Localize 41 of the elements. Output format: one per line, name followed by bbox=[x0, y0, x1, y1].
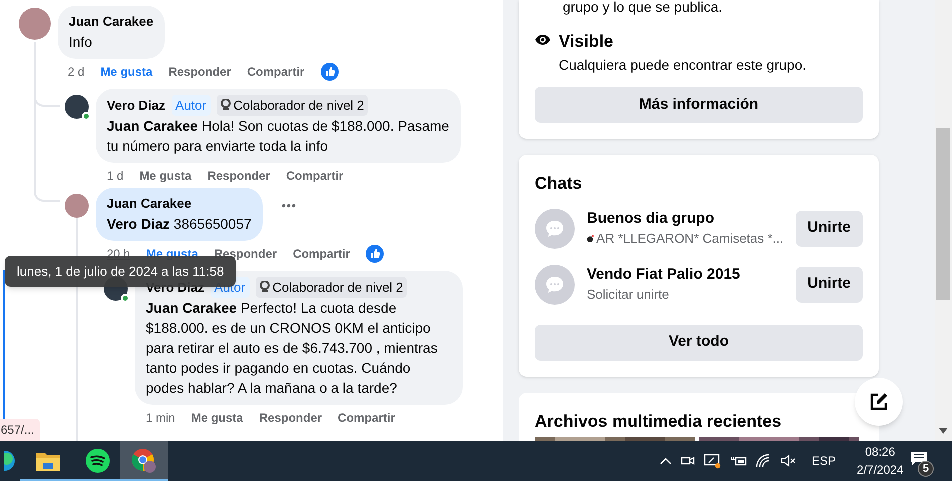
share-link[interactable]: Compartir bbox=[338, 409, 396, 427]
comment-text: Juan Carakee Perfecto! La cuota desde $188.000. es de un CRONOS 0KM el anticipo para retirar el auto es de $6.743.700 , mientras tanto podes ir pagando en cuotas. Cuándo podes hablar? A la mañana o a la tarde? bbox=[146, 299, 439, 398]
timestamp-link[interactable]: 1 min bbox=[146, 409, 176, 427]
chat-name[interactable]: Buenos dia grupo bbox=[587, 208, 784, 229]
notifications-button[interactable]: 5 bbox=[910, 451, 934, 475]
author-name[interactable]: Juan Carakee bbox=[107, 194, 192, 214]
reply-link[interactable]: Responder bbox=[168, 62, 232, 80]
comment-text: Info bbox=[69, 32, 94, 52]
visibility-title: Visible bbox=[559, 31, 614, 53]
notification-count: 5 bbox=[918, 461, 934, 477]
media-title: Archivos multimedia recientes bbox=[535, 410, 783, 432]
chat-subtitle: AR *LLEGARON* Camisetas *... bbox=[596, 230, 784, 248]
more-info-button[interactable]: Más información bbox=[535, 87, 863, 123]
reply-link[interactable]: Responder bbox=[259, 409, 322, 427]
share-link[interactable]: Compartir bbox=[286, 167, 344, 185]
chat-name[interactable]: Vendo Fiat Palio 2015 bbox=[587, 264, 784, 285]
like-link[interactable]: Me gusta bbox=[191, 409, 244, 427]
author-name[interactable]: Vero Diaz bbox=[107, 96, 166, 115]
link-status-bar: 657/... bbox=[0, 419, 40, 441]
chat-subtitle: Solicitar unirte bbox=[587, 286, 670, 304]
join-button[interactable]: Unirte bbox=[796, 210, 863, 246]
comment-text: Juan Carakee Hola! Son cuotas de $188.000. Pasame tu número para enviarte toda la info bbox=[107, 117, 450, 156]
visibility-description: Cualquiera puede encontrar este grupo. bbox=[559, 56, 807, 75]
about-description: grupo y lo que se publica. bbox=[563, 0, 724, 14]
comment-text: Vero Diaz 3865650057 bbox=[107, 214, 252, 234]
contributor-badge: Colaborador de nivel 2 bbox=[256, 276, 408, 298]
see-all-button[interactable]: Ver todo bbox=[535, 324, 863, 360]
chats-title: Chats bbox=[535, 173, 584, 195]
clock[interactable]: 08:26 2/7/2024 bbox=[857, 443, 904, 479]
timestamp-link[interactable]: 2 d bbox=[68, 62, 85, 80]
like-link[interactable]: Me gusta bbox=[140, 167, 192, 185]
share-link[interactable]: Compartir bbox=[247, 62, 305, 80]
author-badge: Autor bbox=[172, 94, 211, 116]
share-link[interactable]: Compartir bbox=[293, 244, 350, 262]
contributor-badge: Colaborador de nivel 2 bbox=[216, 94, 368, 116]
reply-link[interactable]: Responder bbox=[208, 167, 270, 185]
timestamp-link[interactable]: 1 d bbox=[107, 167, 124, 185]
like-link[interactable]: Me gusta bbox=[100, 62, 153, 80]
author-name[interactable]: Juan Carakee bbox=[69, 12, 154, 32]
language-indicator[interactable]: ESP bbox=[812, 452, 836, 470]
join-button[interactable]: Unirte bbox=[796, 266, 863, 302]
